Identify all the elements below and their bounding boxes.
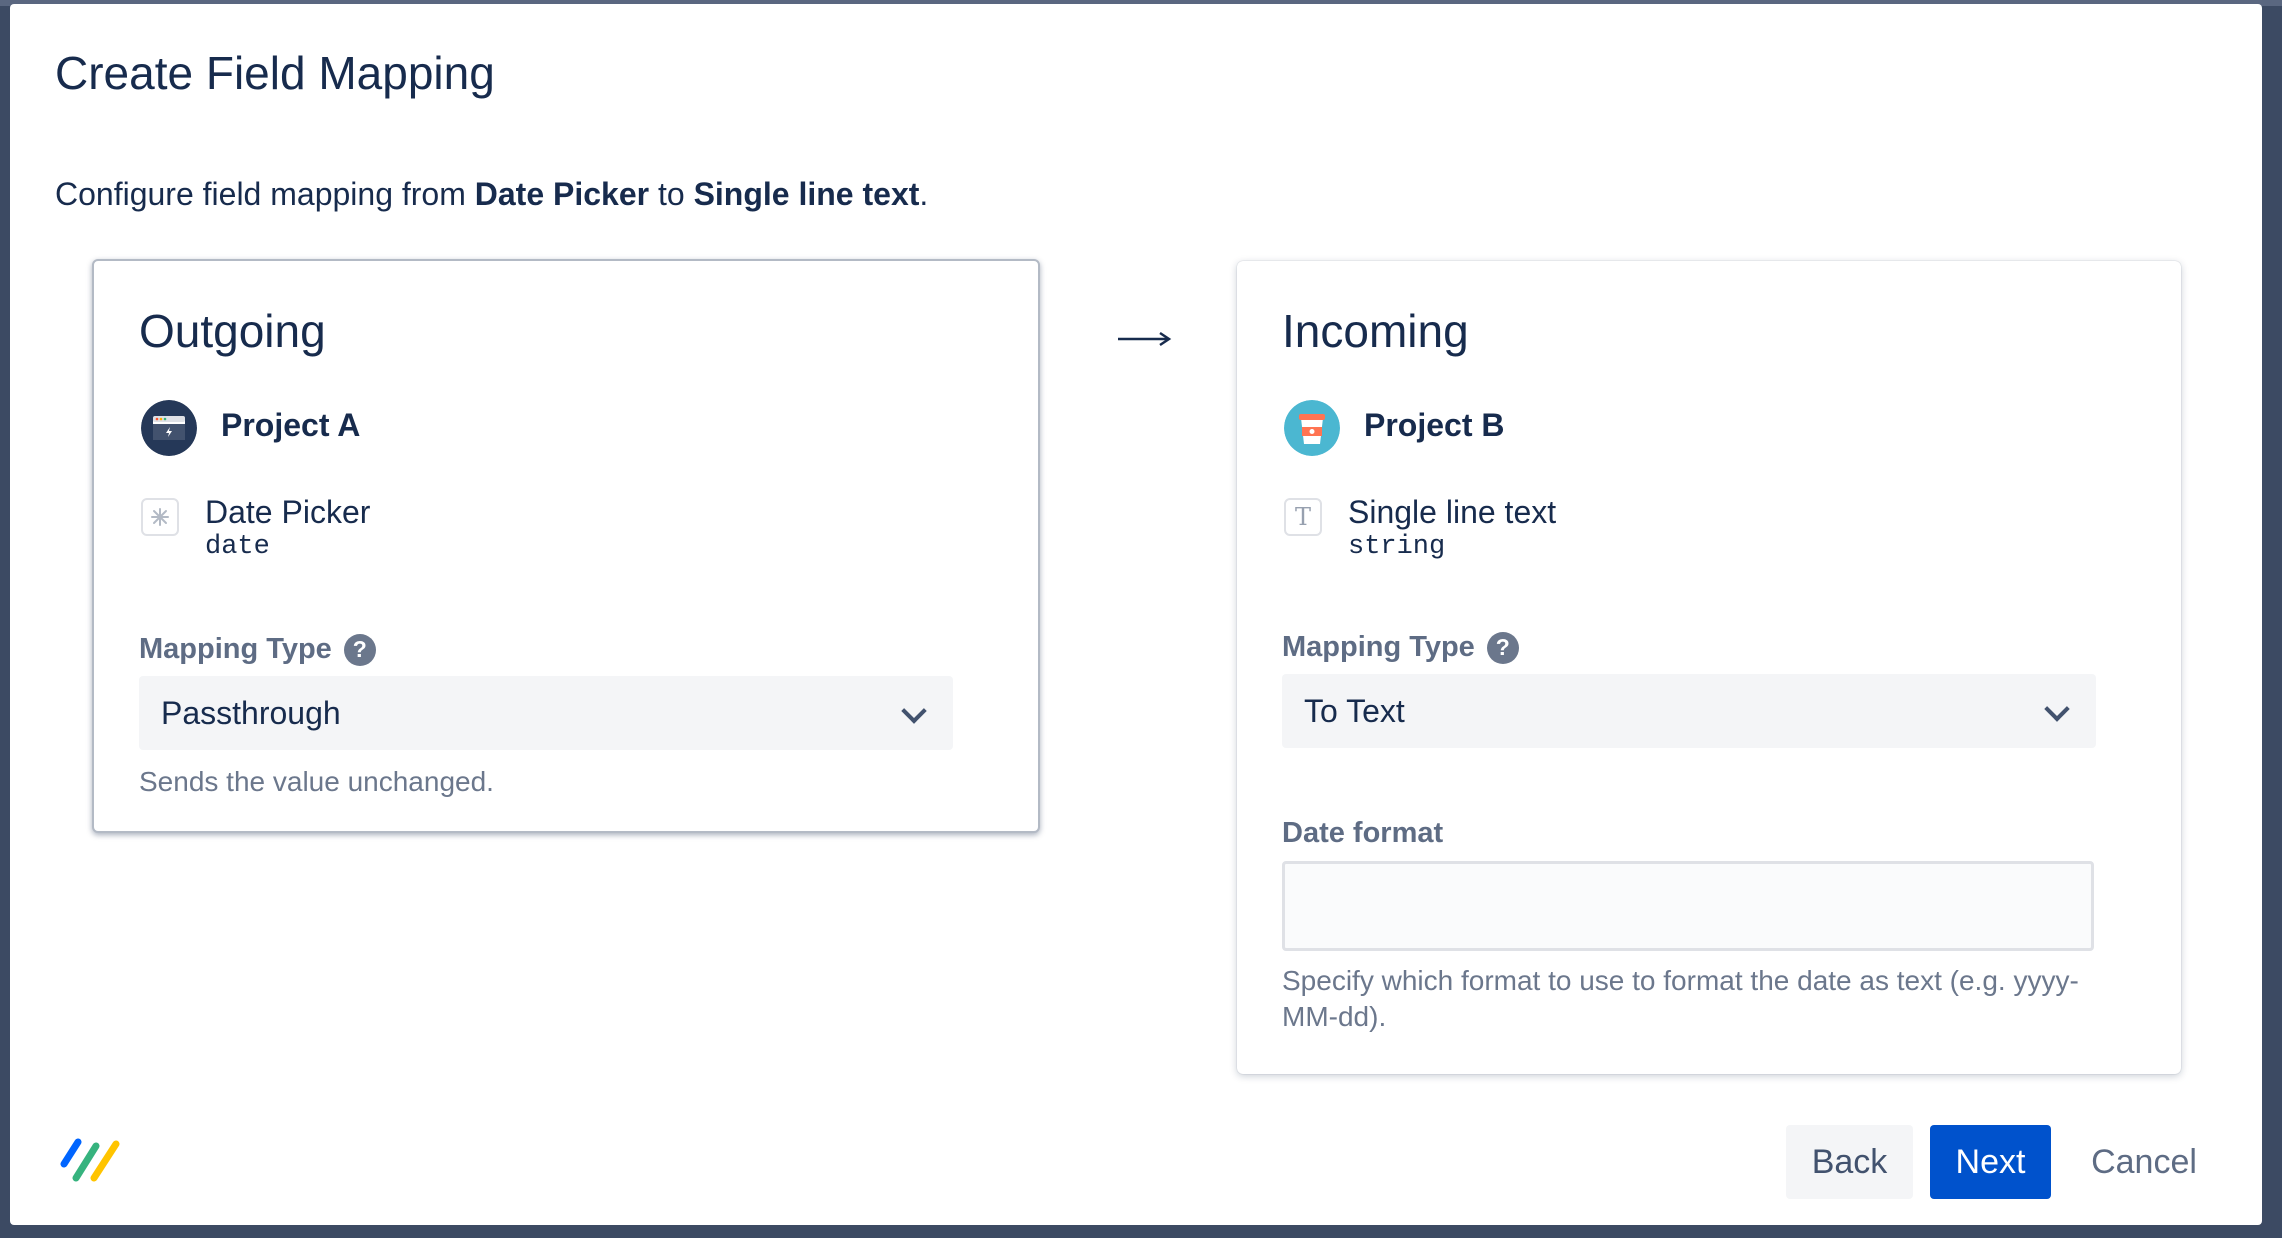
project-a-avatar-icon [141,400,197,456]
chevron-down-icon [901,698,927,724]
outgoing-field-name: Date Picker [205,494,371,530]
outgoing-field-type: date [205,532,270,562]
outgoing-mapping-type-label: Mapping Type ? [139,633,376,666]
incoming-mapping-type-label: Mapping Type ? [1282,631,1519,664]
text-field-icon: T [1284,498,1322,536]
description-middle: to [649,176,694,212]
chevron-down-icon [2044,696,2070,722]
project-b-avatar-icon [1284,400,1340,456]
incoming-mapping-type-label-text: Mapping Type [1282,631,1475,663]
next-button[interactable]: Next [1930,1125,2051,1199]
incoming-heading: Incoming [1282,305,1469,357]
help-icon[interactable]: ? [343,633,376,666]
incoming-mapping-type-value: To Text [1304,692,1405,729]
dialog-description: Configure field mapping from Date Picker… [55,176,928,213]
outgoing-mapping-type-select[interactable]: Passthrough [139,676,953,750]
date-picker-icon [141,498,179,536]
description-target-field: Single line text [693,176,920,212]
description-prefix: Configure field mapping from [55,176,475,212]
incoming-project-name: Project B [1364,407,1505,443]
outgoing-mapping-type-value: Passthrough [161,694,341,731]
incoming-field-type: string [1348,532,1446,562]
arrow-right-icon [1118,331,1172,347]
date-format-help: Specify which format to use to format th… [1282,965,2079,1032]
incoming-field-name: Single line text [1348,494,1557,530]
description-source-field: Date Picker [474,176,650,212]
incoming-panel: Incoming Project B T Single line text st… [1237,261,2181,1074]
date-format-label: Date format [1282,817,1443,850]
outgoing-project-name: Project A [221,407,361,443]
outgoing-heading: Outgoing [139,305,326,357]
description-suffix: . [919,176,929,212]
create-field-mapping-dialog: Create Field Mapping Configure field map… [10,4,2262,1225]
outgoing-mapping-type-label-text: Mapping Type [139,633,332,665]
date-format-label-text: Date format [1282,817,1444,849]
help-icon[interactable]: ? [1486,631,1519,664]
dialog-title: Create Field Mapping [55,47,495,99]
outgoing-panel: Outgoing Project A Date Picker date Mapp… [92,259,1040,833]
incoming-mapping-type-select[interactable]: To Text [1282,674,2096,748]
date-format-input[interactable] [1282,861,2094,951]
cancel-button[interactable]: Cancel [2078,1125,2210,1199]
outgoing-mapping-help: Sends the value unchanged. [139,766,494,797]
app-logo-icon [60,1138,120,1182]
back-button[interactable]: Back [1786,1125,1913,1199]
